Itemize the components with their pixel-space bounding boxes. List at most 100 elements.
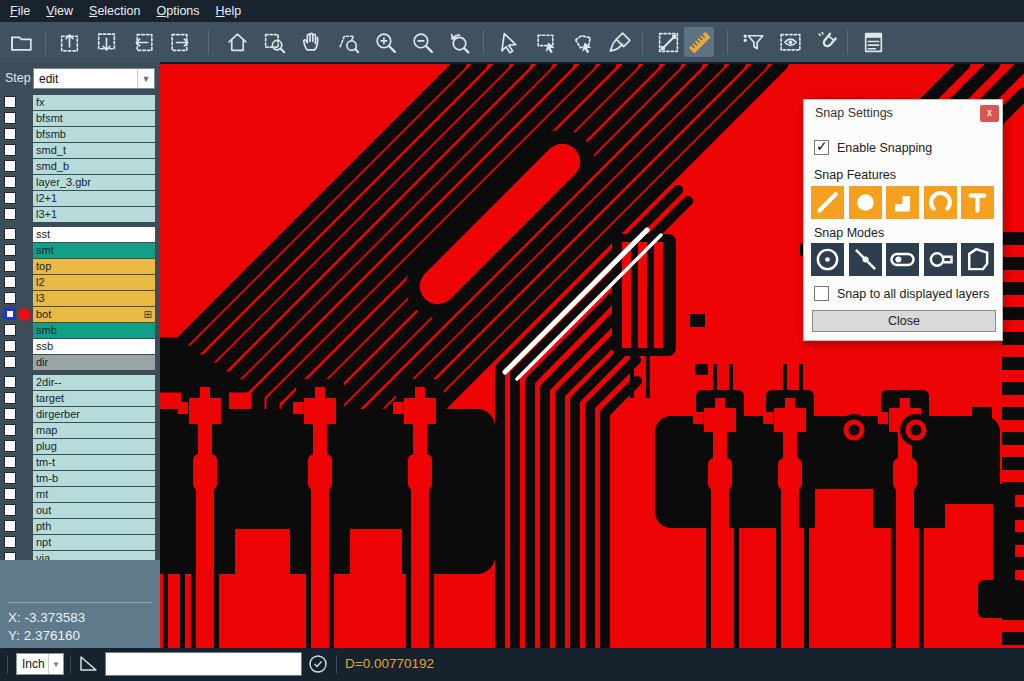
layer-name[interactable]: plug <box>33 439 155 454</box>
zoom-in-button[interactable] <box>370 27 400 57</box>
menu-file[interactable]: File <box>2 1 38 21</box>
layer-row[interactable]: bot⊞ <box>0 307 160 322</box>
layer-row[interactable]: layer_3.gbr <box>0 175 160 190</box>
layer-visibility-checkbox[interactable] <box>4 536 16 548</box>
dialog-close-icon[interactable]: x <box>980 105 999 122</box>
layer-visibility-checkbox[interactable] <box>4 208 16 220</box>
layer-name[interactable]: top <box>33 259 155 274</box>
layer-row[interactable]: ssb <box>0 339 160 354</box>
layer-visibility-checkbox[interactable] <box>4 228 16 240</box>
layer-row[interactable]: bfsmt <box>0 111 160 126</box>
layer-row[interactable]: smd_t <box>0 143 160 158</box>
unit-dropdown[interactable]: Inch ▼ <box>16 653 64 675</box>
layer-row[interactable]: fx <box>0 95 160 110</box>
zoom-polygon-button[interactable] <box>333 27 363 57</box>
snap-mode-polygon-button[interactable] <box>961 243 994 276</box>
snap-mode-center-button[interactable] <box>811 243 844 276</box>
measure-input[interactable] <box>105 652 302 676</box>
measure-line-button[interactable] <box>653 27 683 57</box>
pan-right-button[interactable] <box>165 27 195 57</box>
chevron-down-icon[interactable]: ▼ <box>137 69 154 88</box>
layer-name[interactable]: target <box>33 391 155 406</box>
layer-row[interactable]: l2+1 <box>0 191 160 206</box>
snap-mode-slot-left-button[interactable] <box>886 243 919 276</box>
layer-row[interactable]: bfsmb <box>0 127 160 142</box>
enable-snapping-checkbox[interactable] <box>814 140 829 155</box>
brush-tool-button[interactable] <box>605 27 635 57</box>
layer-name[interactable]: l3+1 <box>33 207 155 222</box>
layer-visibility-checkbox[interactable] <box>4 96 16 108</box>
layer-row[interactable]: plug <box>0 439 160 454</box>
pan-down-button[interactable] <box>91 27 121 57</box>
layer-name[interactable]: mt <box>33 487 155 502</box>
layer-visibility-checkbox[interactable] <box>4 244 16 256</box>
snap-feature-pad-button[interactable] <box>886 186 919 219</box>
layer-visibility-checkbox[interactable] <box>4 260 16 272</box>
layer-row[interactable]: tm-t <box>0 455 160 470</box>
layer-name[interactable]: fx <box>33 95 155 110</box>
layer-row[interactable]: npt <box>0 535 160 550</box>
layer-visibility-checkbox[interactable] <box>4 128 16 140</box>
snap-mode-point-button[interactable] <box>849 243 882 276</box>
menu-view[interactable]: View <box>38 1 81 21</box>
layer-visibility-checkbox[interactable] <box>4 160 16 172</box>
pan-hand-button[interactable] <box>296 27 326 57</box>
layer-row[interactable]: smd_b <box>0 159 160 174</box>
layer-visibility-checkbox[interactable] <box>4 472 16 484</box>
layer-visibility-checkbox[interactable] <box>4 392 16 404</box>
layer-visibility-checkbox[interactable] <box>4 324 16 336</box>
layer-visibility-checkbox[interactable] <box>4 408 16 420</box>
layer-visibility-checkbox[interactable] <box>4 488 16 500</box>
layer-name[interactable]: pth <box>33 519 155 534</box>
layer-row[interactable]: smt <box>0 243 160 258</box>
layer-visibility-checkbox[interactable] <box>4 292 16 304</box>
angle-tool-button[interactable] <box>78 654 100 674</box>
menu-selection[interactable]: Selection <box>81 1 148 21</box>
layer-visibility-checkbox[interactable] <box>4 340 16 352</box>
layer-name[interactable]: smd_t <box>33 143 155 158</box>
layer-visibility-checkbox[interactable] <box>4 176 16 188</box>
step-dropdown[interactable]: edit ▼ <box>33 68 155 89</box>
layer-row[interactable]: l3 <box>0 291 160 306</box>
ruler-tool-button[interactable] <box>684 27 714 57</box>
snap-all-layers-checkbox[interactable] <box>814 286 829 301</box>
layer-row[interactable]: tm-b <box>0 471 160 486</box>
layer-visibility-checkbox[interactable] <box>4 144 16 156</box>
layer-row[interactable]: out <box>0 503 160 518</box>
layer-name[interactable]: l2 <box>33 275 155 290</box>
zoom-reset-button[interactable] <box>444 27 474 57</box>
layer-row[interactable]: mt <box>0 487 160 502</box>
layer-visibility-checkbox[interactable] <box>4 456 16 468</box>
layer-visibility-checkbox[interactable] <box>4 376 16 388</box>
open-folder-button[interactable] <box>6 27 36 57</box>
layer-name[interactable]: map <box>33 423 155 438</box>
layer-visibility-checkbox[interactable] <box>4 356 16 368</box>
log-button[interactable] <box>858 27 888 57</box>
menu-help[interactable]: Help <box>208 1 250 21</box>
snap-feature-circle-button[interactable] <box>849 186 882 219</box>
layer-name[interactable]: sst <box>33 227 155 242</box>
snap-mode-slot-right-button[interactable] <box>924 243 957 276</box>
layer-visibility-checkbox[interactable] <box>4 112 16 124</box>
layer-name[interactable]: tm-t <box>33 455 155 470</box>
layer-name[interactable]: smb <box>33 323 155 338</box>
layer-visibility-checkbox[interactable] <box>4 504 16 516</box>
layer-visibility-checkbox[interactable] <box>4 440 16 452</box>
layer-name[interactable]: out <box>33 503 155 518</box>
select-polygon-button[interactable] <box>568 27 598 57</box>
layer-row[interactable]: l3+1 <box>0 207 160 222</box>
snap-feature-text-button[interactable] <box>961 186 994 219</box>
layer-row[interactable]: dirgerber <box>0 407 160 422</box>
layer-name[interactable]: 2dir-- <box>33 375 155 390</box>
view-box-button[interactable] <box>775 27 805 57</box>
pan-left-button[interactable] <box>128 27 158 57</box>
layer-name[interactable]: smd_b <box>33 159 155 174</box>
cursor-tool-button[interactable] <box>494 27 524 57</box>
snap-feature-arc-button[interactable] <box>924 186 957 219</box>
layer-row[interactable]: target <box>0 391 160 406</box>
layer-name[interactable]: bfsmb <box>33 127 155 142</box>
layer-name[interactable]: smt <box>33 243 155 258</box>
layer-name[interactable]: ssb <box>33 339 155 354</box>
confirm-icon[interactable] <box>308 654 328 674</box>
layer-name[interactable]: l3 <box>33 291 155 306</box>
